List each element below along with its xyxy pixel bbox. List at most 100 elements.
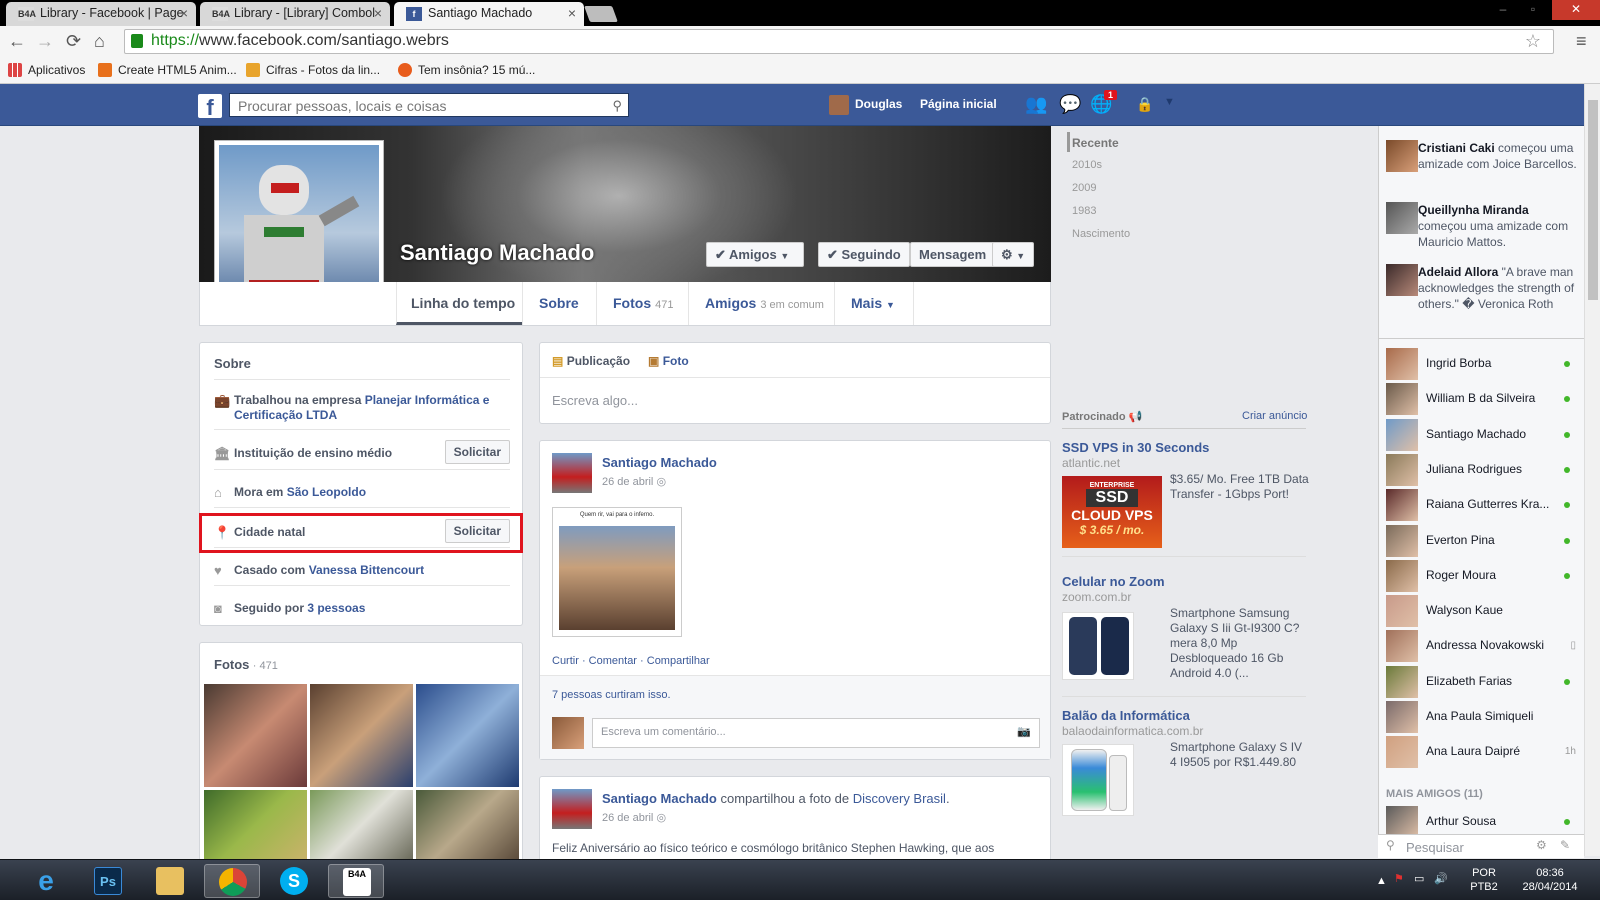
close-tab-icon[interactable]: × bbox=[180, 5, 188, 21]
show-hidden-icons-icon[interactable]: ▲ bbox=[1376, 874, 1387, 888]
comment-link[interactable]: Comentar bbox=[589, 655, 637, 667]
close-tab-icon[interactable]: × bbox=[374, 5, 382, 21]
bookmark-html5[interactable]: Create HTML5 Anim... bbox=[98, 63, 237, 77]
browser-tab-santiago[interactable]: f Santiago Machado × bbox=[394, 2, 584, 26]
ie-icon[interactable]: e bbox=[18, 864, 74, 898]
search-input[interactable]: Procurar pessoas, locais e coisas ⚲ bbox=[229, 93, 629, 117]
new-message-icon[interactable]: ✎ bbox=[1560, 838, 1570, 852]
forward-arrow-icon[interactable]: → bbox=[36, 31, 54, 52]
messages-icon[interactable]: 💬 bbox=[1059, 94, 1081, 115]
tab-timeline[interactable]: Linha do tempo bbox=[396, 282, 522, 325]
privacy-shortcuts-icon[interactable]: 🔒 bbox=[1136, 96, 1153, 113]
menu-icon[interactable]: ≡ bbox=[1576, 31, 1587, 52]
photo-thumbnail[interactable] bbox=[204, 790, 307, 860]
chat-friend-item[interactable]: Juliana Rodrigues bbox=[1386, 453, 1576, 486]
photos-header[interactable]: Fotos · 471 bbox=[214, 657, 278, 672]
following-button[interactable]: ✔ Seguindo bbox=[818, 242, 910, 267]
timeline-year-birth[interactable]: Nascimento bbox=[1072, 228, 1130, 240]
home-link[interactable]: Página inicial bbox=[920, 97, 997, 111]
tab-more[interactable]: Mais ▼ bbox=[834, 282, 914, 325]
chat-friend-item[interactable]: Everton Pina bbox=[1386, 524, 1576, 557]
post-date[interactable]: 26 de abril ◎ bbox=[602, 475, 666, 488]
chat-friend-item[interactable]: Elizabeth Farias bbox=[1386, 665, 1576, 698]
photoshop-icon[interactable]: Ps bbox=[80, 864, 136, 898]
ad-image-phone[interactable] bbox=[1062, 612, 1134, 680]
likes-count[interactable]: 7 pessoas curtiram isso. bbox=[552, 689, 671, 701]
timeline-year-recent[interactable]: Recente bbox=[1072, 136, 1119, 150]
close-window-icon[interactable]: ✕ bbox=[1552, 0, 1600, 20]
network-icon[interactable]: ▭ bbox=[1414, 872, 1424, 886]
ad-title[interactable]: Balão da Informática bbox=[1062, 708, 1190, 723]
user-avatar[interactable] bbox=[829, 95, 849, 115]
request-highschool-button[interactable]: Solicitar bbox=[444, 440, 510, 464]
browser-tab-library-combol[interactable]: B4A Library - [Library] Combol × bbox=[200, 2, 390, 26]
chat-friend-item[interactable]: William B da Silveira bbox=[1386, 383, 1576, 416]
comment-input[interactable]: Escreva um comentário... 📷 bbox=[592, 718, 1040, 748]
timeline-year-2010s[interactable]: 2010s bbox=[1072, 159, 1102, 171]
create-ad-link[interactable]: Criar anúncio bbox=[1242, 410, 1307, 422]
message-button[interactable]: Mensagem bbox=[910, 242, 1000, 267]
chat-friend-item[interactable]: Raiana Gutterres Kra... bbox=[1386, 489, 1576, 522]
bookmark-star-icon[interactable]: ☆ bbox=[1525, 31, 1541, 52]
chrome-icon[interactable] bbox=[204, 864, 260, 898]
back-arrow-icon[interactable]: ← bbox=[8, 31, 26, 52]
ticker-item[interactable]: Cristiani Caki começou uma amizade com J… bbox=[1418, 140, 1578, 172]
ticker-item[interactable]: Queillynha Miranda começou uma amizade c… bbox=[1418, 202, 1578, 250]
settings-gear-icon[interactable]: ⚙ ▼ bbox=[992, 242, 1034, 267]
ticker-item[interactable]: Adelaid Allora "A brave man acknowledges… bbox=[1418, 264, 1578, 312]
composer-photo-tab[interactable]: ▣ Foto bbox=[648, 354, 689, 368]
chat-friend-item[interactable]: Andressa Novakowski ▯ bbox=[1386, 630, 1576, 663]
clock[interactable]: 08:36 28/04/2014 bbox=[1518, 866, 1582, 894]
bookmark-insonia[interactable]: Tem insônia? 15 mú... bbox=[398, 63, 535, 77]
composer-post-tab[interactable]: ▤ Publicação bbox=[552, 354, 630, 368]
photo-thumbnail[interactable] bbox=[310, 684, 413, 787]
like-link[interactable]: Curtir bbox=[552, 655, 579, 667]
reload-icon[interactable]: ⟳ bbox=[66, 31, 81, 52]
minimize-icon[interactable]: – bbox=[1488, 0, 1518, 20]
ticker-avatar[interactable] bbox=[1386, 202, 1418, 234]
user-name-link[interactable]: Douglas bbox=[855, 97, 902, 111]
followers-link[interactable]: 3 pessoas bbox=[307, 601, 365, 615]
ad-image-galaxy[interactable] bbox=[1062, 744, 1134, 816]
post-author-link[interactable]: Santiago Machado bbox=[602, 791, 717, 806]
timeline-year-1983[interactable]: 1983 bbox=[1072, 205, 1096, 217]
search-icon[interactable]: ⚲ bbox=[612, 98, 622, 114]
tab-friends[interactable]: Amigos 3 em comum bbox=[688, 282, 834, 325]
volume-icon[interactable]: 🔊 bbox=[1434, 872, 1448, 886]
share-link[interactable]: Compartilhar bbox=[647, 655, 710, 667]
friends-button[interactable]: ✔ Amigos ▼ bbox=[706, 242, 804, 267]
chat-friend-item[interactable]: Walyson Kaue bbox=[1386, 595, 1576, 628]
city-link[interactable]: São Leopoldo bbox=[287, 485, 366, 499]
post-date[interactable]: 26 de abril ◎ bbox=[602, 811, 666, 824]
chat-friend-item[interactable]: Roger Moura bbox=[1386, 559, 1576, 592]
close-tab-icon[interactable]: × bbox=[568, 5, 576, 21]
timeline-year-2009[interactable]: 2009 bbox=[1072, 182, 1096, 194]
post-author-avatar[interactable] bbox=[552, 789, 592, 829]
photo-thumbnail[interactable] bbox=[416, 790, 519, 860]
chat-friend-item[interactable]: Santiago Machado bbox=[1386, 418, 1576, 451]
bookmark-apps[interactable]: Aplicativos bbox=[8, 63, 85, 77]
post-author-link[interactable]: Santiago Machado bbox=[602, 455, 717, 470]
ad-title[interactable]: Celular no Zoom bbox=[1062, 574, 1165, 589]
page-scrollbar[interactable] bbox=[1584, 84, 1600, 856]
photo-thumbnail[interactable] bbox=[310, 790, 413, 860]
language-indicator[interactable]: POR PTB2 bbox=[1464, 866, 1504, 894]
photo-thumbnail[interactable] bbox=[416, 684, 519, 787]
composer-input[interactable]: Escreva algo... bbox=[552, 393, 638, 408]
chat-search-input[interactable]: Pesquisar bbox=[1406, 840, 1464, 855]
explorer-icon[interactable] bbox=[142, 864, 198, 898]
bookmark-cifras[interactable]: Cifras - Fotos da lin... bbox=[246, 63, 380, 77]
post-image[interactable]: Quem rir, vai para o inferno. bbox=[552, 507, 682, 637]
facebook-logo-icon[interactable]: f bbox=[198, 94, 222, 120]
browser-tab-library-facebook[interactable]: B4A Library - Facebook | Page × bbox=[6, 2, 196, 26]
post-author-avatar[interactable] bbox=[552, 453, 592, 493]
friend-requests-icon[interactable]: 👥 bbox=[1025, 94, 1047, 115]
basic4android-icon[interactable]: B4A bbox=[328, 864, 384, 898]
ticker-avatar[interactable] bbox=[1386, 140, 1418, 172]
ad-image-ssd[interactable]: ENTERPRISE SSD CLOUD VPS $ 3.65 / mo. bbox=[1062, 476, 1162, 548]
url-bar[interactable]: https://www.facebook.com/santiago.webrs … bbox=[124, 29, 1554, 54]
ad-title[interactable]: SSD VPS in 30 Seconds bbox=[1062, 440, 1209, 455]
chat-settings-gear-icon[interactable]: ⚙ bbox=[1536, 838, 1547, 852]
new-tab-button[interactable] bbox=[584, 6, 618, 22]
action-center-icon[interactable]: ⚑ bbox=[1394, 872, 1404, 886]
